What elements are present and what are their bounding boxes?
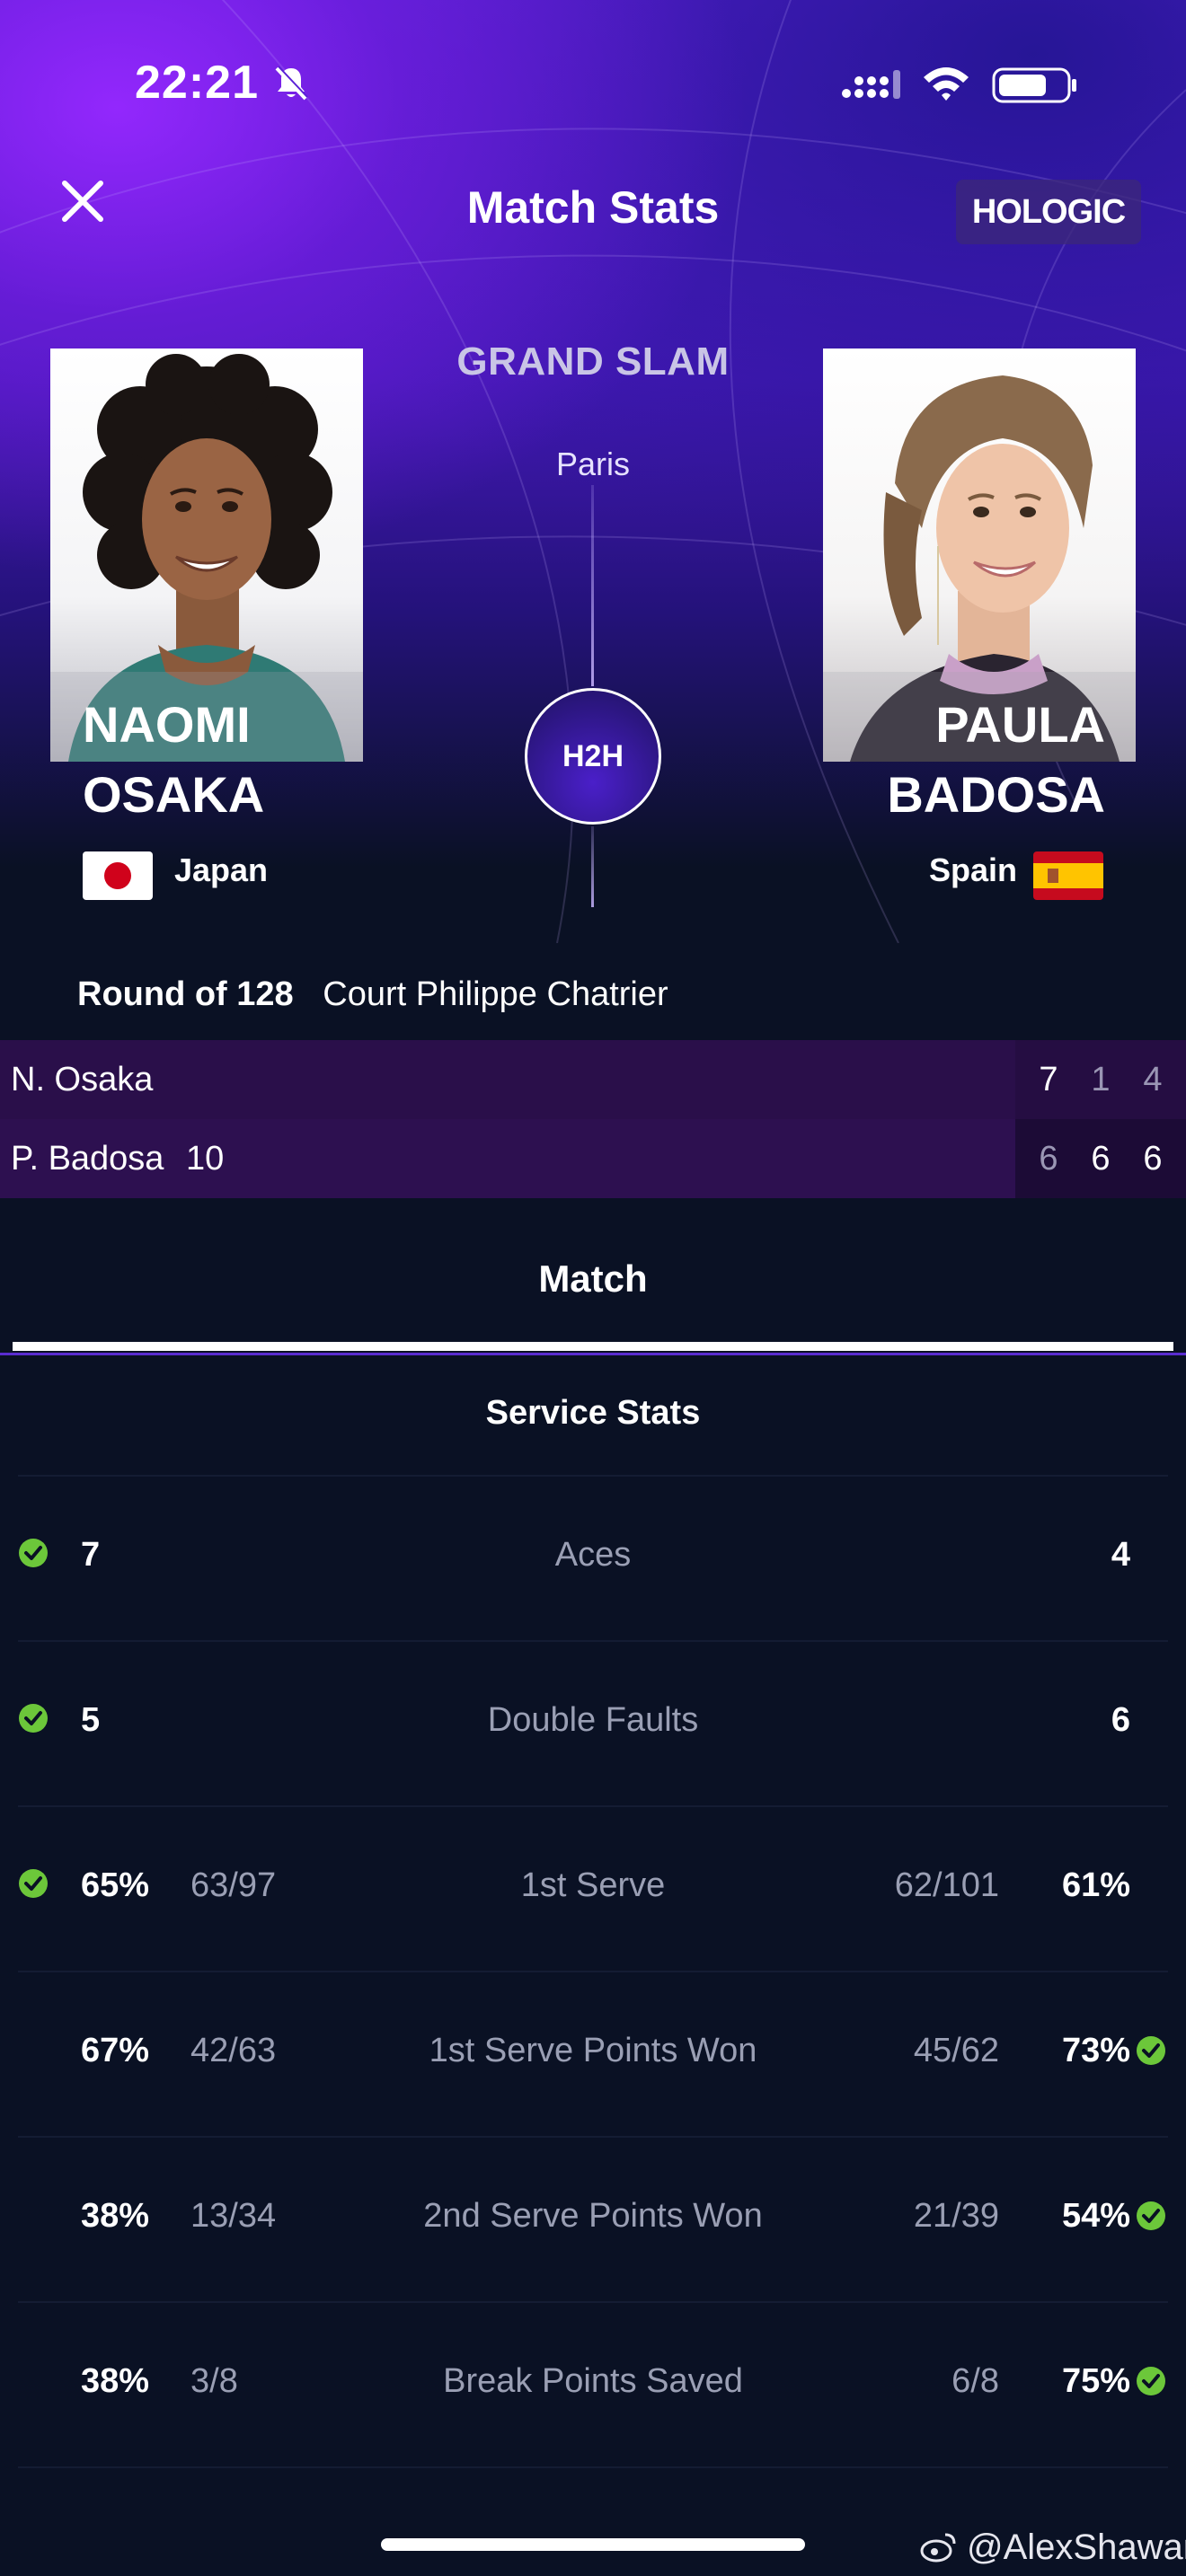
player2-stat-value: 6	[1111, 1701, 1130, 1739]
spain-flag-icon	[1033, 851, 1103, 900]
player2-first-name: PAULA	[935, 696, 1105, 753]
stat-label: Break Points Saved	[443, 2362, 743, 2400]
status-time: 22:21	[135, 57, 259, 109]
player1-stat-value: 7	[81, 1536, 101, 1574]
row-divider	[18, 1640, 1168, 1642]
tab-active-indicator	[13, 1342, 1173, 1351]
player2-stat-value: 4	[1111, 1536, 1130, 1574]
leader-check-icon	[1136, 2035, 1166, 2066]
player2-stat-fraction: 62/101	[894, 1866, 999, 1904]
row-divider	[18, 2466, 1168, 2468]
player2-score-name: P. Badosa 10	[11, 1140, 224, 1178]
japan-flag-icon	[83, 851, 153, 900]
divider-line	[591, 826, 594, 907]
player2-stat-value: 75%	[1061, 2362, 1130, 2400]
row-divider	[18, 2136, 1168, 2138]
player1-last-name: OSAKA	[83, 766, 265, 823]
leader-check-icon	[18, 1538, 49, 1568]
stat-row: 38% 3/8 Break Points Saved 6/8 75%	[0, 2362, 1186, 2434]
leader-check-icon	[1136, 2201, 1166, 2231]
player2-set-2: 6	[1091, 1139, 1111, 1178]
close-icon[interactable]	[56, 174, 110, 228]
home-indicator[interactable]	[381, 2538, 805, 2551]
stat-label: Aces	[554, 1536, 632, 1574]
player2-last-name: BADOSA	[887, 766, 1105, 823]
player1-country: Japan	[174, 851, 269, 888]
player1-stat-value: 67%	[81, 2032, 150, 2069]
divider-line	[591, 485, 594, 686]
stat-label: Double Faults	[487, 1701, 699, 1739]
player2-stat-value: 61%	[1061, 1866, 1130, 1904]
battery-icon	[992, 67, 1076, 103]
player1-set-1: 7	[1039, 1060, 1058, 1098]
player2-short-name: P. Badosa	[11, 1139, 164, 1178]
player1-stat-value: 38%	[81, 2362, 150, 2400]
player1-sets: 7 1 4	[1015, 1040, 1186, 1119]
player1-score-name: N. Osaka	[11, 1061, 153, 1099]
player2-sets: 6 6 6	[1015, 1119, 1186, 1198]
tournament-city: Paris	[555, 446, 631, 482]
leader-check-icon	[1136, 2366, 1166, 2396]
section-title: Service Stats	[485, 1394, 701, 1432]
player1-name: NAOMI OSAKA	[83, 690, 264, 830]
watermark: @AlexShawan	[922, 2527, 1186, 2568]
match-header: 22:21 Match Stats HOLOGIC GRAND SLAM Par…	[0, 0, 1186, 943]
leader-check-icon	[18, 1703, 49, 1734]
watermark-text: @AlexShawan	[967, 2527, 1186, 2567]
tab-match[interactable]: Match	[413, 1257, 773, 1301]
stat-label: 1st Serve Points Won	[429, 2032, 757, 2069]
sponsor-logo: HOLOGIC	[956, 180, 1141, 244]
player2-set-3: 6	[1143, 1139, 1163, 1178]
row-divider	[18, 1805, 1168, 1807]
player2-country: Spain	[929, 851, 1018, 888]
signal-icon	[842, 70, 900, 99]
h2h-button[interactable]: H2H	[525, 688, 661, 825]
stat-label: 2nd Serve Points Won	[423, 2197, 763, 2235]
player1-stat-fraction: 3/8	[190, 2362, 238, 2400]
row-divider	[18, 1971, 1168, 1972]
weibo-icon	[920, 2533, 956, 2563]
player2-set-1: 6	[1039, 1139, 1058, 1178]
stat-row: 7 Aces 4	[0, 1536, 1186, 1608]
page-title: Match Stats	[466, 182, 720, 233]
player2-stat-value: 73%	[1061, 2032, 1130, 2069]
stat-row: 38% 13/34 2nd Serve Points Won 21/39 54%	[0, 2197, 1186, 2269]
match-info: Round of 128 Court Philippe Chatrier	[77, 975, 668, 1014]
tournament-category: GRAND SLAM	[456, 340, 730, 384]
player1-stat-fraction: 13/34	[190, 2197, 277, 2235]
player1-short-name: N. Osaka	[11, 1060, 154, 1098]
player2-stat-value: 54%	[1061, 2197, 1130, 2235]
stat-row: 65% 63/97 1st Serve 62/101 61%	[0, 1866, 1186, 1938]
player2-stat-fraction: 21/39	[913, 2197, 999, 2235]
scoreboard-row-player2: P. Badosa 10 6 6 6	[0, 1119, 1186, 1198]
player1-set-2: 1	[1091, 1060, 1111, 1098]
player2-name: PAULA BADOSA	[809, 690, 1105, 830]
row-divider	[18, 1475, 1168, 1477]
stat-row: 5 Double Faults 6	[0, 1701, 1186, 1773]
player1-set-3: 4	[1143, 1060, 1163, 1098]
wifi-icon	[924, 67, 969, 101]
player2-stat-fraction: 45/62	[913, 2032, 999, 2069]
player1-stat-fraction: 63/97	[190, 1866, 277, 1904]
player1-stat-value: 5	[81, 1701, 101, 1739]
player1-first-name: NAOMI	[83, 696, 251, 753]
scoreboard-row-player1: N. Osaka 7 1 4	[0, 1040, 1186, 1119]
row-divider	[18, 2301, 1168, 2303]
player1-stat-fraction: 42/63	[190, 2032, 277, 2069]
match-court: Court Philippe Chatrier	[323, 975, 668, 1013]
player2-seed: 10	[186, 1139, 225, 1178]
player1-stat-value: 65%	[81, 1866, 150, 1904]
tab-underline	[0, 1353, 1186, 1355]
bell-muted-icon	[275, 66, 308, 101]
match-round: Round of 128	[77, 975, 294, 1013]
player1-stat-value: 38%	[81, 2197, 150, 2235]
stat-label: 1st Serve	[520, 1866, 666, 1904]
match-stats-screen: 22:21 Match Stats HOLOGIC GRAND SLAM Par…	[0, 0, 1186, 2576]
stat-row: 67% 42/63 1st Serve Points Won 45/62 73%	[0, 2032, 1186, 2104]
leader-check-icon	[18, 1868, 49, 1899]
player2-stat-fraction: 6/8	[951, 2362, 999, 2400]
